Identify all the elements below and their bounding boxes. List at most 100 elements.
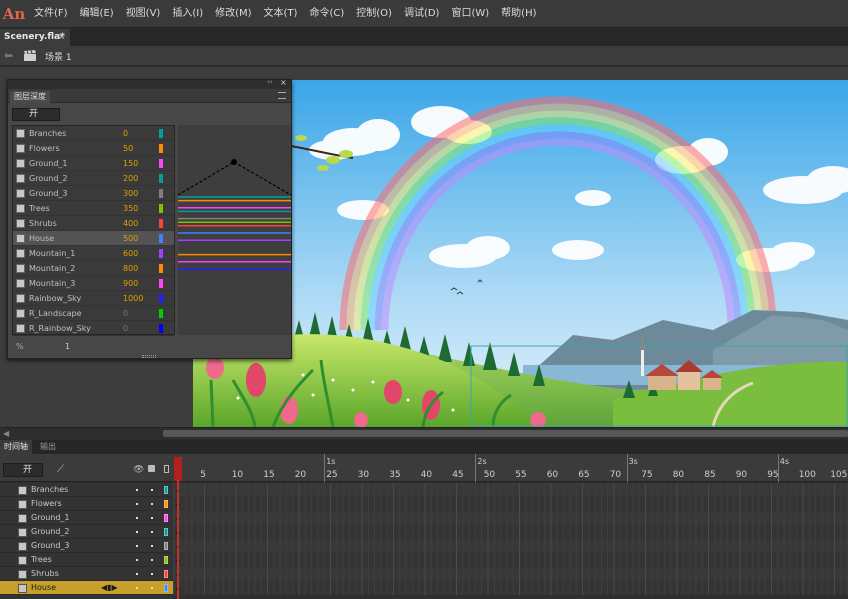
menu-item[interactable]: 窗口(W)	[445, 0, 495, 28]
lock-dot[interactable]	[151, 559, 153, 561]
layer-depth-value[interactable]: 1000	[123, 293, 143, 304]
layer-depth-row[interactable]: Mountain_2 800	[13, 261, 174, 276]
layer-color-swatch[interactable]	[164, 486, 168, 494]
timeline-layer-depth-toggle[interactable]: 开	[3, 463, 43, 477]
layer-name[interactable]: Trees	[31, 554, 52, 566]
visibility-dot[interactable]	[136, 587, 138, 589]
timeline-layer-row[interactable]: Ground_2	[0, 525, 173, 539]
layer-name[interactable]: Branches	[31, 484, 68, 496]
visibility-dot[interactable]	[136, 489, 138, 491]
visibility-dot[interactable]	[136, 573, 138, 575]
layer-depth-row[interactable]: House 500	[13, 231, 174, 246]
playhead-line[interactable]	[177, 480, 179, 599]
depth-graph[interactable]	[178, 125, 291, 335]
panel-menu-icon[interactable]	[278, 92, 286, 99]
timeline-layer-row[interactable]: Shrubs	[0, 567, 173, 581]
layer-name[interactable]: Shrubs	[31, 568, 59, 580]
layer-depth-value[interactable]: 50	[123, 143, 133, 154]
layer-depth-row[interactable]: Ground_2 200	[13, 171, 174, 186]
layer-depth-row[interactable]: Mountain_1 600	[13, 246, 174, 261]
layer-depth-value[interactable]: 350	[123, 203, 138, 214]
layer-depth-value[interactable]: 0	[123, 308, 128, 319]
layer-depth-row[interactable]: Branches 0	[13, 126, 174, 141]
layer-depth-row[interactable]: Flowers 50	[13, 141, 174, 156]
layer-depth-value[interactable]: 900	[123, 278, 138, 289]
playhead-handle[interactable]	[174, 457, 182, 481]
resize-grip[interactable]	[142, 355, 156, 358]
layer-name[interactable]: Ground_2	[31, 526, 70, 538]
menu-item[interactable]: 命令(C)	[303, 0, 350, 28]
menu-item[interactable]: 控制(O)	[350, 0, 398, 28]
menu-item[interactable]: 插入(I)	[166, 0, 209, 28]
menu-item[interactable]: 文本(T)	[258, 0, 304, 28]
timeline-layer-row[interactable]: Ground_3	[0, 539, 173, 553]
layer-depth-toggle-button[interactable]: 开	[12, 108, 60, 121]
timeline-layer-row[interactable]: Branches	[0, 483, 173, 497]
menu-item[interactable]: 修改(M)	[209, 0, 257, 28]
layer-color-swatch[interactable]	[164, 542, 168, 550]
tab-layer-depth[interactable]: 图层深度	[10, 91, 50, 103]
visibility-dot[interactable]	[136, 517, 138, 519]
layer-color-swatch[interactable]	[164, 500, 168, 508]
lock-dot[interactable]	[151, 587, 153, 589]
eye-icon[interactable]: 👁	[133, 465, 144, 475]
lock-dot[interactable]	[151, 573, 153, 575]
lock-dot[interactable]	[151, 531, 153, 533]
scrollbar-thumb[interactable]	[163, 430, 848, 437]
close-icon[interactable]: ×	[280, 78, 287, 87]
document-tab[interactable]: Scenery.fla* ×	[0, 29, 70, 46]
timeline-layer-row[interactable]: House ◀▮▶	[0, 581, 173, 595]
frame-ruler[interactable]: 1510152025303540455055606570758085909510…	[173, 454, 848, 482]
lock-dot[interactable]	[151, 517, 153, 519]
layer-depth-value[interactable]: 400	[123, 218, 138, 229]
visibility-dot[interactable]	[136, 503, 138, 505]
layer-color-swatch[interactable]	[164, 584, 168, 592]
lock-dot[interactable]	[151, 545, 153, 547]
layer-depth-value[interactable]: 600	[123, 248, 138, 259]
scene-label[interactable]: 场景 1	[45, 50, 72, 63]
panel-title-bar[interactable]: ‹‹ ×	[8, 78, 291, 89]
back-arrow-icon[interactable]: ⬅	[4, 49, 13, 62]
collapse-icon[interactable]: ‹‹	[267, 78, 273, 86]
layer-color-swatch[interactable]	[164, 528, 168, 536]
visibility-dot[interactable]	[136, 531, 138, 533]
layer-depth-value[interactable]: 800	[123, 263, 138, 274]
timeline-layer-row[interactable]: Trees	[0, 553, 173, 567]
layer-depth-row[interactable]: Shrubs 400	[13, 216, 174, 231]
layer-color-swatch[interactable]	[164, 556, 168, 564]
layer-depth-value[interactable]: 200	[123, 173, 138, 184]
layer-depth-row[interactable]: R_Rainbow_Sky 0	[13, 321, 174, 336]
lock-icon[interactable]	[148, 465, 155, 472]
layer-depth-row[interactable]: Ground_3 300	[13, 186, 174, 201]
layer-depth-value[interactable]: 500	[123, 233, 138, 244]
layer-color-swatch[interactable]	[164, 570, 168, 578]
layer-depth-row[interactable]: R_Landscape 0	[13, 306, 174, 321]
layer-depth-value[interactable]: 150	[123, 158, 138, 169]
timeline-layer-row[interactable]: Flowers	[0, 497, 173, 511]
layer-depth-row[interactable]: Ground_1 150	[13, 156, 174, 171]
timeline-frames-grid[interactable]	[173, 483, 848, 599]
layer-depth-row[interactable]: Rainbow_Sky 1000	[13, 291, 174, 306]
graph-icon[interactable]: ⟋	[57, 464, 64, 475]
layer-name[interactable]: Ground_1	[31, 512, 70, 524]
lock-dot[interactable]	[151, 489, 153, 491]
menu-item[interactable]: 视图(V)	[120, 0, 167, 28]
layer-name[interactable]: Ground_3	[31, 540, 70, 552]
visibility-dot[interactable]	[136, 559, 138, 561]
layer-name[interactable]: Flowers	[31, 498, 62, 510]
menu-item[interactable]: 文件(F)	[28, 0, 74, 28]
layer-depth-value[interactable]: 0	[123, 323, 128, 334]
menu-item[interactable]: 帮助(H)	[495, 0, 542, 28]
lock-dot[interactable]	[151, 503, 153, 505]
tab-output[interactable]: 输出	[36, 440, 60, 454]
tab-timeline[interactable]: 时间轴	[0, 440, 32, 454]
layer-color-swatch[interactable]	[164, 514, 168, 522]
layer-depth-value[interactable]: 300	[123, 188, 138, 199]
layer-depth-row[interactable]: Mountain_3 900	[13, 276, 174, 291]
menu-item[interactable]: 调试(D)	[398, 0, 446, 28]
menu-item[interactable]: 编辑(E)	[74, 0, 120, 28]
layer-depth-value[interactable]: 0	[123, 128, 128, 139]
layer-name[interactable]: House	[31, 582, 56, 594]
scroll-left-icon[interactable]: ◀	[3, 428, 9, 440]
stage-horizontal-scrollbar[interactable]: ◀	[0, 427, 848, 439]
